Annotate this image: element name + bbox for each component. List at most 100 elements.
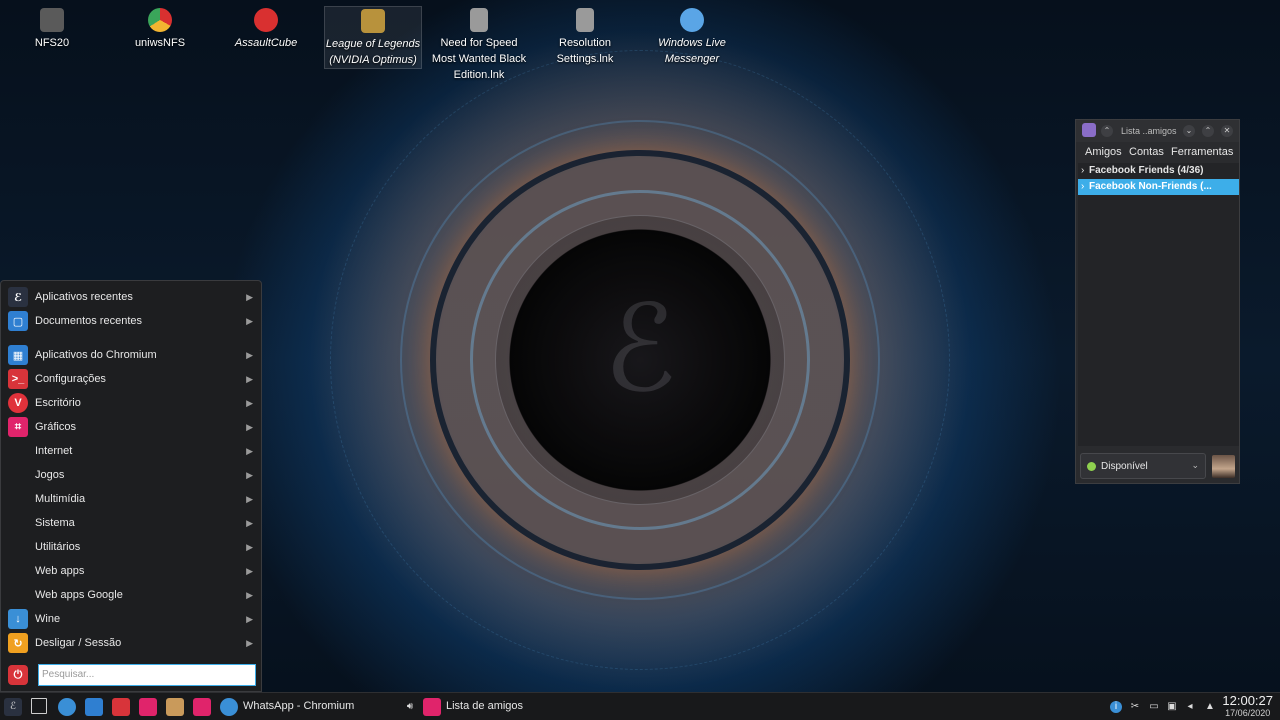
minimize-button[interactable]: ⌄ [1183,125,1195,137]
chevron-right-icon: ▶ [246,291,253,302]
network-icon[interactable]: ▣ [1166,701,1178,713]
desktop-icon-label: League of Legends (NVIDIA Optimus) [325,38,421,66]
chevron-right-icon: ▶ [246,349,253,360]
chevron-right-icon: ▶ [246,541,253,552]
chevron-right-icon: ▶ [246,517,253,528]
keep-above-icon[interactable]: ⌃ [1101,125,1113,137]
crop-icon[interactable] [193,698,211,716]
messenger-icon [680,8,704,32]
status-selector[interactable]: Disponível ⌄ [1080,453,1206,479]
nfs-icon [40,8,64,32]
menu-item-label: Utilitários [35,541,81,553]
pidgin-icon [1082,123,1096,137]
menu-item-label: Aplicativos recentes [35,291,133,303]
power-icon[interactable]: ⏻ [8,665,28,685]
volume-icon[interactable]: ◂ [1184,701,1196,713]
vivaldi-icon: V [8,393,28,413]
chevron-right-icon: ▶ [246,637,253,648]
app-launcher-button[interactable]: ℰ [4,698,22,716]
task-whatsapp-chromium[interactable]: WhatsApp - Chromium [243,700,354,712]
document-icon: ▢ [8,311,28,331]
chevron-right-icon: ▶ [246,613,253,624]
menu-item-settings[interactable]: >_ Configurações ▶ [1,367,261,391]
menu-item-label: Sistema [35,517,75,529]
chevron-right-icon: ▶ [246,469,253,480]
menu-item-label: Jogos [35,469,65,481]
menu-item-label: Configurações [35,373,106,385]
menu-item-label: Web apps [35,565,85,577]
menu-item-utilities[interactable]: Utilitários ▶ [1,535,261,559]
chromium-task-icon [220,698,238,716]
desktop-icon-windows-live-messenger[interactable]: Windows Live Messenger [643,6,741,67]
menu-item-label: Gráficos [35,421,76,433]
chromium-icon[interactable] [58,698,76,716]
menu-item-internet[interactable]: Internet ▶ [1,439,261,463]
menu-item-multimedia[interactable]: Multimídia ▶ [1,487,261,511]
desktop-icon-label: AssaultCube [234,37,298,49]
desktop-icon-label: Windows Live Messenger [658,37,726,65]
menu-tools[interactable]: Ferramentas [1171,146,1233,158]
menu-item-label: Desligar / Sessão [35,637,122,649]
grid-apps-icon: ▦ [8,345,28,365]
menu-friends[interactable]: Amigos [1085,146,1122,158]
window-titlebar[interactable]: ⌃ Lista ..amigos ⌄ ⌃ ✕ [1076,120,1239,142]
search-input[interactable]: Pesquisar... [38,664,256,686]
crop-icon: ⌗ [8,417,28,437]
clock-time: 12:00:27 [1222,693,1273,708]
desktop-icon-league-of-legends[interactable]: League of Legends (NVIDIA Optimus) [324,6,422,69]
chevron-right-icon: ▶ [246,493,253,504]
menu-item-label: Documentos recentes [35,315,142,327]
pidgin-task-icon [423,698,441,716]
menu-item-web-apps[interactable]: Web apps ▶ [1,559,261,583]
info-icon[interactable]: i [1110,701,1122,713]
menu-item-recent-documents[interactable]: ▢ Documentos recentes ▶ [1,309,261,333]
menu-item-office[interactable]: V Escritório ▶ [1,391,261,415]
menu-item-shutdown-session[interactable]: ↻ Desligar / Sessão ▶ [1,631,261,655]
desktop-icon-label: Need for Speed Most Wanted Black Edition… [431,37,527,81]
close-button[interactable]: ✕ [1221,125,1233,137]
maximize-button[interactable]: ⌃ [1202,125,1214,137]
desktop-icon-label: NFS20 [34,37,70,49]
avatar[interactable] [1212,455,1235,478]
menu-item-wine[interactable]: ↓ Wine ▶ [1,607,261,631]
desktop-icon-uniwsnfs[interactable]: uniwsNFS [111,6,209,51]
menu-item-graphics[interactable]: ⌗ Gráficos ▶ [1,415,261,439]
buddy-group-facebook-non-friends[interactable]: › Facebook Non-Friends (... [1078,179,1239,195]
menu-item-recent-apps[interactable]: ℰ Aplicativos recentes ▶ [1,285,261,309]
software-center-icon[interactable] [85,698,103,716]
chevron-right-icon: ▶ [246,315,253,326]
archive-icon[interactable] [166,698,184,716]
buddy-group-facebook-friends[interactable]: › Facebook Friends (4/36) [1078,163,1239,179]
chevron-right-icon: ▶ [246,589,253,600]
taskbar: ℰ WhatsApp - Chromium 🔊︎ Lista de amigos… [0,692,1280,720]
scissors-icon[interactable]: ✂ [1129,701,1141,713]
desktop-icon-nfs-most-wanted[interactable]: Need for Speed Most Wanted Black Edition… [430,6,528,83]
tray-expand-icon[interactable]: ▲ [1204,701,1216,713]
clock[interactable]: 12:00:27 17/06/2020 [1222,694,1273,719]
terminal-icon[interactable] [112,698,130,716]
desktop-icon-assaultcube[interactable]: AssaultCube [217,6,315,51]
task-friends-list[interactable]: Lista de amigos [446,700,523,712]
dragon-logo-icon: ℰ [8,287,28,307]
menu-item-web-apps-google[interactable]: Web apps Google ▶ [1,583,261,607]
menu-item-label: Aplicativos do Chromium [35,349,157,361]
desktop-icon-nfs20[interactable]: NFS20 [3,6,101,51]
available-status-icon [1087,462,1096,471]
menu-item-system[interactable]: Sistema ▶ [1,511,261,535]
chevron-right-icon: ▶ [246,397,253,408]
shortcut-file-icon [470,8,488,32]
status-label: Disponível [1101,461,1148,472]
buddy-list: › Facebook Friends (4/36) › Facebook Non… [1078,163,1239,446]
menu-item-games[interactable]: Jogos ▶ [1,463,261,487]
desktop-icon-label: uniwsNFS [134,37,186,49]
display-icon[interactable]: ▭ [1148,701,1160,713]
menu-item-chromium-apps[interactable]: ▦ Aplicativos do Chromium ▶ [1,343,261,367]
show-desktop-icon[interactable] [31,698,47,714]
shortcut-file-icon [576,8,594,32]
menu-accounts[interactable]: Contas [1129,146,1164,158]
menu-item-label: Multimídia [35,493,86,505]
chevron-right-icon: › [1081,165,1085,176]
pidgin-icon[interactable] [139,698,157,716]
desktop-icon-resolution-settings[interactable]: Resolution Settings.lnk [536,6,634,67]
menu-item-label: Escritório [35,397,81,409]
